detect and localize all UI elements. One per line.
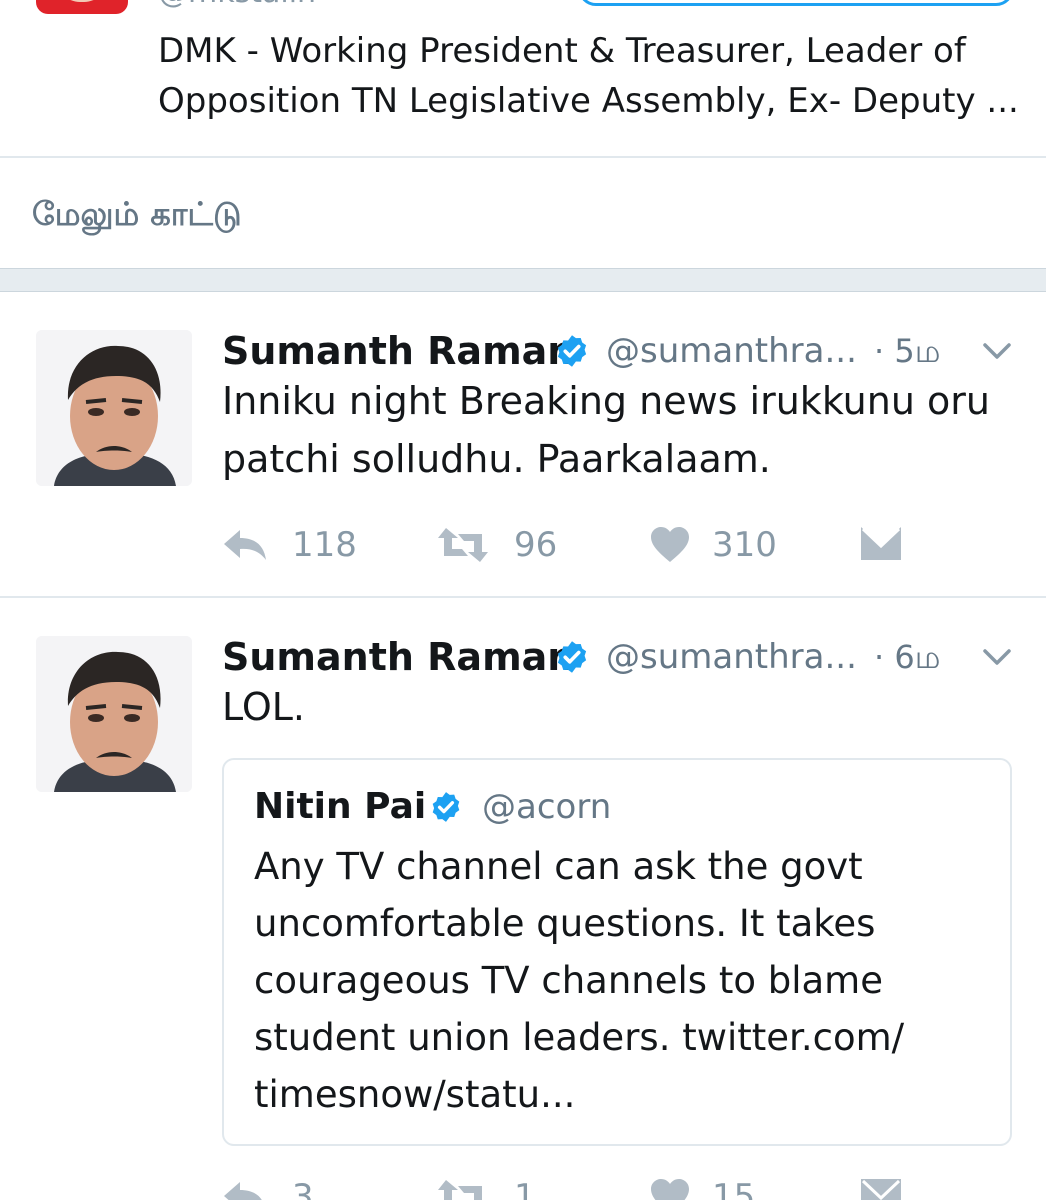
- direct-message-button[interactable]: [860, 520, 910, 570]
- profile-bio-line: DMK - Working President & Treasurer, Lea…: [158, 31, 966, 71]
- quoted-text-line: uncomfortable questions. It takes: [254, 902, 876, 945]
- like-button[interactable]: 15: [650, 1172, 800, 1200]
- tweet[interactable]: Sumanth Raman @sumanthra... · 5ம Inniku …: [0, 292, 1046, 598]
- quoted-tweet[interactable]: Nitin Pai @acorn Any TV channel can ask …: [222, 758, 1012, 1146]
- profile-bio-line: Opposition TN Legislative Assembly, Ex- …: [158, 81, 1018, 121]
- retweet-count: 1: [514, 1177, 536, 1200]
- like-count: 310: [712, 525, 777, 565]
- tweet-text: LOL.: [222, 678, 1012, 736]
- tweet[interactable]: Sumanth Raman @sumanthra... · 6ம LOL. Ni…: [0, 598, 1046, 1200]
- reply-icon: [224, 1182, 262, 1200]
- reply-count: 118: [292, 525, 357, 565]
- author-name[interactable]: Sumanth Raman: [222, 632, 574, 682]
- direct-message-icon: [861, 1179, 901, 1200]
- follow-button[interactable]: [578, 0, 1014, 6]
- retweet-count: 96: [514, 525, 558, 565]
- tweet-text-line: LOL.: [222, 685, 305, 729]
- reply-button[interactable]: 3: [222, 1172, 372, 1200]
- tweet-actions: 118 96 310: [222, 520, 922, 570]
- tweet-text-line: Inniku night Breaking news irukkunu oru: [222, 379, 990, 423]
- chevron-down-icon[interactable]: [982, 646, 1012, 668]
- tweet-timestamp[interactable]: · 6ம: [874, 632, 940, 682]
- profile-bio: DMK - Working President & Treasurer, Lea…: [158, 26, 1018, 126]
- reply-icon: [224, 530, 266, 560]
- retweet-button[interactable]: 96: [436, 520, 586, 570]
- tweet-actions: 3 1 15: [222, 1172, 922, 1200]
- quoted-author-handle: @acorn: [482, 787, 612, 827]
- retweet-button[interactable]: 1: [436, 1172, 586, 1200]
- like-button[interactable]: 310: [650, 520, 800, 570]
- chevron-down-icon[interactable]: [982, 340, 1012, 362]
- quoted-text-line: student union leaders. twitter.com/: [254, 1016, 905, 1059]
- show-more-link[interactable]: மேலும் காட்டு: [32, 192, 242, 236]
- quoted-text-line: timesnow/statu...: [254, 1073, 576, 1116]
- retweet-icon: [438, 528, 488, 562]
- direct-message-button[interactable]: [860, 1172, 910, 1200]
- author-name[interactable]: Sumanth Raman: [222, 326, 574, 376]
- reply-button[interactable]: 118: [222, 520, 372, 570]
- reply-count: 3: [292, 1177, 314, 1200]
- suggested-profile-card[interactable]: @mkstalin DMK - Working President & Trea…: [0, 0, 1046, 158]
- direct-message-icon: [861, 527, 901, 560]
- heart-icon: [651, 1179, 689, 1200]
- author-handle[interactable]: @sumanthra...: [606, 632, 857, 682]
- quoted-author-name: Nitin Pai: [254, 786, 427, 827]
- verified-badge-icon: [557, 641, 587, 673]
- verified-badge-icon: [432, 792, 460, 822]
- tweet-timestamp[interactable]: · 5ம: [874, 326, 940, 376]
- avatar[interactable]: [36, 636, 192, 792]
- avatar-image: [36, 636, 192, 792]
- profile-avatar[interactable]: [36, 0, 128, 14]
- avatar[interactable]: [36, 330, 192, 486]
- verified-badge-icon: [557, 335, 587, 367]
- quoted-text-line: courageous TV channels to blame: [254, 959, 883, 1002]
- retweet-icon: [438, 1180, 482, 1200]
- quoted-text-line: Any TV channel can ask the govt: [254, 845, 863, 888]
- tweet-text-line: patchi solludhu. Paarkalaam.: [222, 437, 771, 481]
- author-handle[interactable]: @sumanthra...: [606, 326, 857, 376]
- heart-icon: [651, 527, 689, 562]
- quoted-tweet-text: Any TV channel can ask the govt uncomfor…: [254, 838, 994, 1123]
- tweet-text: Inniku night Breaking news irukkunu oru …: [222, 372, 1012, 488]
- avatar-image: [36, 330, 192, 486]
- section-divider: [0, 268, 1046, 292]
- profile-handle: @mkstalin: [158, 0, 316, 8]
- like-count: 15: [712, 1177, 756, 1200]
